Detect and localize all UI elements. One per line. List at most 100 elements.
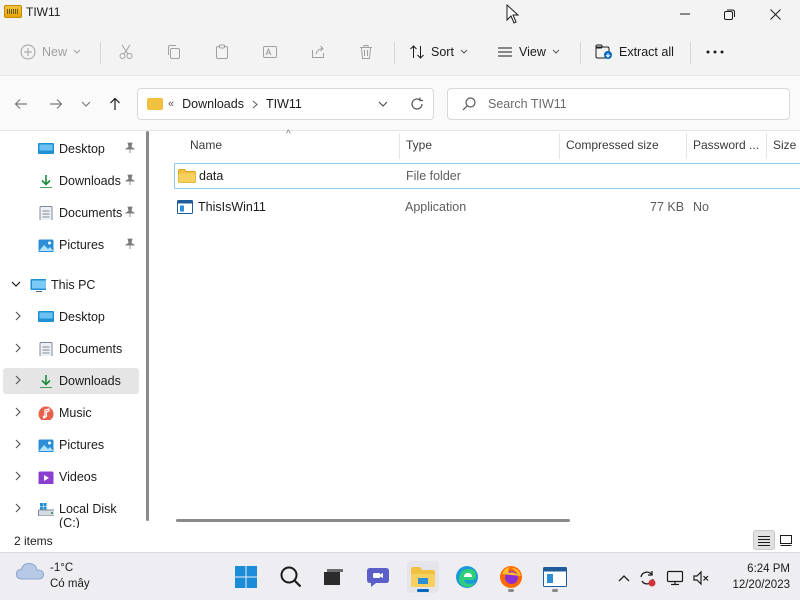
application-icon (177, 200, 193, 214)
new-button[interactable]: New (20, 38, 81, 66)
file-explorer-taskbar-button[interactable] (407, 561, 439, 593)
column-header-name[interactable]: Name (190, 131, 222, 159)
clock[interactable]: 6:24 PM 12/20/2023 (720, 561, 790, 593)
sidebar-item-pictures[interactable]: Pictures (3, 432, 139, 458)
sort-ascending-icon: ^ (286, 129, 291, 140)
sync-status-button[interactable] (636, 567, 658, 589)
rename-button[interactable] (262, 38, 278, 66)
tiles-view-toggle[interactable] (775, 530, 797, 550)
recent-locations-button[interactable] (75, 93, 97, 115)
file-password: No (693, 200, 709, 214)
sidebar-item-videos[interactable]: Videos (3, 464, 139, 490)
back-button[interactable] (10, 93, 32, 115)
chevron-right-icon[interactable] (15, 503, 22, 513)
column-header-type[interactable]: Type (406, 131, 432, 159)
sidebar-item-desktop[interactable]: Desktop (3, 304, 139, 330)
minimize-button[interactable] (662, 0, 708, 28)
close-icon (769, 8, 781, 20)
chevron-right-icon[interactable] (15, 343, 22, 353)
search-taskbar-button[interactable] (275, 561, 307, 593)
chevron-right-icon[interactable] (15, 311, 22, 321)
paste-button[interactable] (214, 38, 230, 66)
extract-icon (595, 44, 612, 59)
column-divider[interactable] (766, 133, 767, 159)
chevron-right-icon[interactable] (15, 407, 22, 417)
sidebar-item-label: This PC (51, 278, 96, 292)
sync-alert-icon (640, 571, 656, 587)
chat-button[interactable] (362, 561, 394, 593)
column-header-size[interactable]: Size (773, 131, 796, 159)
sidebar-item-pictures[interactable]: Pictures (3, 232, 139, 258)
breadcrumb-item[interactable]: Downloads (182, 97, 244, 111)
maximize-button[interactable] (706, 0, 752, 28)
search-icon (280, 566, 302, 588)
view-button[interactable]: View (497, 38, 560, 66)
sidebar-item-label: Desktop (59, 142, 105, 156)
documents-icon (39, 206, 53, 220)
thisiswin11-taskbar-button[interactable] (539, 561, 571, 593)
up-button[interactable] (104, 93, 126, 115)
clock-date: 12/20/2023 (732, 579, 790, 591)
sidebar-scrollbar[interactable] (146, 131, 149, 521)
column-divider[interactable] (399, 133, 400, 159)
share-button[interactable] (310, 38, 326, 66)
chevron-right-icon[interactable] (252, 100, 258, 109)
volume-muted-icon (693, 570, 709, 586)
sidebar-item-local-disk[interactable]: Local Disk (C:) (3, 496, 139, 530)
close-button[interactable] (752, 0, 798, 28)
horizontal-scrollbar[interactable] (176, 519, 570, 522)
edge-button[interactable] (451, 561, 483, 593)
pin-icon (125, 142, 135, 153)
breadcrumb-item[interactable]: TIW11 (266, 97, 302, 111)
copy-button[interactable] (166, 38, 182, 66)
task-view-button[interactable] (317, 561, 349, 593)
divider (100, 42, 101, 64)
sort-label: Sort (431, 45, 454, 59)
column-divider[interactable] (686, 133, 687, 159)
extract-all-button[interactable]: Extract all (595, 38, 674, 66)
sidebar-item-documents[interactable]: Documents (3, 336, 139, 362)
pin-icon (125, 174, 135, 185)
sidebar-item-music[interactable]: Music (3, 400, 139, 426)
clock-time: 6:24 PM (747, 563, 790, 575)
cut-button[interactable] (118, 38, 134, 66)
breadcrumb: « Downloads TIW11 (168, 97, 302, 111)
download-icon (40, 175, 52, 188)
network-button[interactable] (664, 567, 686, 589)
column-divider[interactable] (559, 133, 560, 159)
sidebar-item-desktop[interactable]: Desktop (3, 136, 139, 162)
show-hidden-icons-button[interactable] (613, 567, 635, 589)
sidebar-item-downloads[interactable]: Downloads (3, 368, 139, 394)
running-indicator (552, 589, 558, 592)
chevron-right-icon[interactable] (15, 471, 22, 481)
chevron-down-icon[interactable] (378, 101, 388, 108)
chevron-down-icon[interactable] (11, 281, 21, 288)
table-row[interactable]: ThisIsWin11 Application 77 KB No (174, 195, 800, 221)
running-indicator (417, 589, 429, 592)
forward-button[interactable] (45, 93, 67, 115)
sort-button[interactable]: Sort (409, 38, 468, 66)
details-view-toggle[interactable] (753, 530, 775, 550)
delete-button[interactable] (358, 38, 374, 66)
download-icon (40, 375, 52, 388)
firefox-button[interactable] (495, 561, 527, 593)
start-button[interactable] (230, 561, 262, 593)
column-header-compressed-size[interactable]: Compressed size (566, 131, 659, 159)
weather-widget[interactable]: -1°C Có mây (15, 561, 90, 590)
sidebar-item-label: Pictures (59, 238, 105, 252)
search-input[interactable]: Search TIW11 (447, 88, 790, 120)
refresh-icon[interactable] (410, 97, 424, 111)
chevron-right-icon[interactable] (15, 439, 22, 449)
more-options-button[interactable] (706, 38, 724, 66)
sidebar-item-documents[interactable]: Documents (3, 200, 139, 226)
table-row[interactable]: data File folder (174, 163, 800, 189)
column-header-password[interactable]: Password ... (693, 131, 759, 159)
sidebar-item-this-pc[interactable]: This PC (3, 272, 139, 298)
zip-folder-icon (4, 5, 22, 18)
chevron-right-icon[interactable] (15, 375, 22, 385)
breadcrumb-overflow[interactable]: « (168, 98, 174, 110)
address-bar[interactable]: « Downloads TIW11 (137, 88, 434, 120)
volume-button[interactable] (690, 567, 712, 589)
sidebar-item-downloads[interactable]: Downloads (3, 168, 139, 194)
folder-icon (178, 169, 196, 183)
